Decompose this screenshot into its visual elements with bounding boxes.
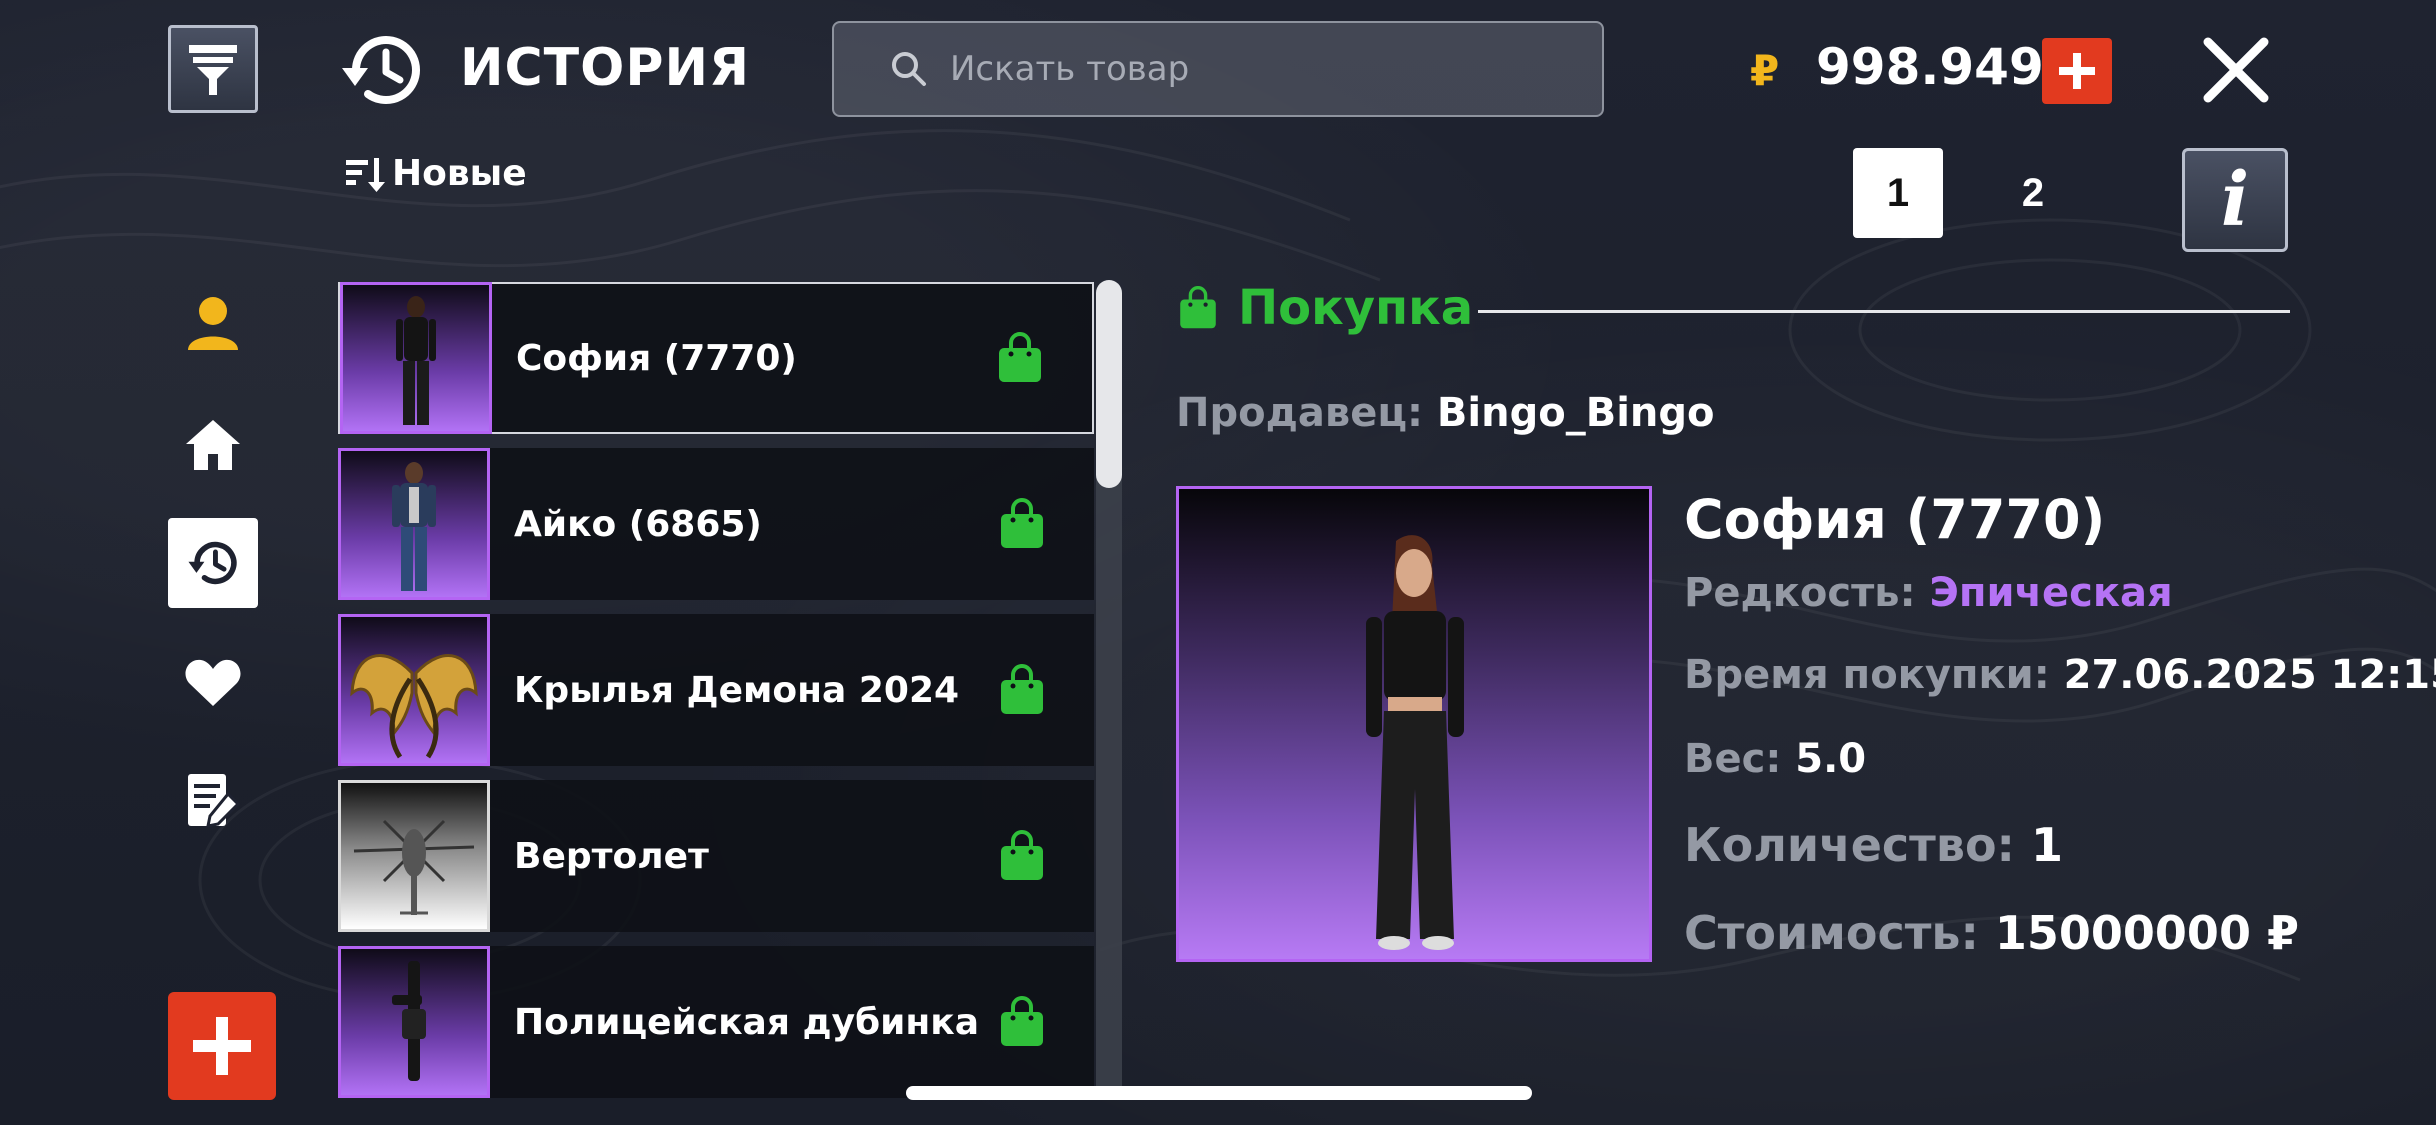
plus-icon — [193, 1017, 251, 1075]
item-thumbnail — [340, 282, 492, 434]
sort-descending-icon — [346, 157, 385, 192]
sort-dropdown[interactable]: Новые — [344, 153, 527, 194]
sidebar-item-favorites[interactable] — [168, 638, 258, 728]
quantity-label: Количество: — [1684, 818, 2015, 872]
close-icon[interactable] — [2196, 30, 2276, 110]
item-name: София (7770) — [516, 337, 797, 379]
item-name: Вертолет — [514, 835, 709, 877]
sidebar-item-profile[interactable] — [168, 278, 258, 368]
purchase-section-header: Покупка — [1176, 280, 1473, 336]
cost-value: 15000000 ₽ — [1994, 906, 2299, 960]
add-button[interactable] — [168, 992, 276, 1100]
item-name: Полицейская дубинка — [514, 1001, 979, 1043]
history-list[interactable]: София (7770) Айко (6865) Крылья Демона 2… — [338, 280, 1094, 1100]
item-name: Айко (6865) — [514, 503, 762, 545]
rarity-label: Редкость: — [1684, 570, 1916, 616]
rarity-value: Эпическая — [1929, 570, 2173, 616]
quantity-row: Количество: 1 — [1684, 818, 2063, 872]
history-icon — [188, 541, 237, 585]
scrollbar-thumb[interactable] — [1096, 280, 1122, 488]
page-2-button[interactable]: 2 — [1988, 148, 2078, 238]
baton-icon — [392, 961, 426, 1081]
seller-row: Продавец: Bingo_Bingo — [1176, 390, 1715, 436]
rarity-row: Редкость: Эпическая — [1684, 570, 2173, 616]
sort-label: Новые — [392, 153, 527, 194]
item-thumbnail — [338, 946, 490, 1098]
purchase-time-label: Время покупки: — [1684, 652, 2050, 698]
sidebar-item-history[interactable] — [168, 518, 258, 608]
search-bar[interactable] — [832, 21, 1604, 117]
weight-value: 5.0 — [1795, 736, 1867, 782]
item-preview-image — [1176, 486, 1652, 962]
sidebar-item-home[interactable] — [168, 400, 258, 490]
purchase-time-value: 27.06.2025 12:15 — [2063, 652, 2436, 698]
sidebar-item-notes[interactable] — [168, 756, 258, 846]
page-title: ИСТОРИЯ — [460, 38, 751, 98]
shopping-bag-icon — [1180, 286, 1216, 329]
info-icon: i — [2220, 157, 2250, 243]
item-name: Крылья Демона 2024 — [514, 669, 960, 711]
info-button[interactable]: i — [2182, 148, 2288, 252]
filter-button[interactable] — [168, 25, 258, 113]
notes-icon — [188, 774, 241, 828]
item-title: София (7770) — [1684, 488, 2106, 551]
list-item[interactable]: София (7770) — [338, 282, 1094, 434]
profile-icon — [188, 297, 238, 350]
add-money-button[interactable] — [2042, 38, 2112, 104]
weight-label: Вес: — [1684, 736, 1782, 782]
character-figure-icon — [392, 462, 436, 591]
plus-icon — [2059, 53, 2095, 89]
balance-value: 998.949 — [1816, 38, 2044, 96]
shopping-bag-icon — [1001, 664, 1043, 714]
home-icon — [186, 420, 240, 470]
demon-wings-icon — [350, 654, 478, 759]
heart-icon — [185, 659, 241, 706]
funnel-icon — [189, 45, 237, 95]
quantity-value: 1 — [2030, 818, 2063, 872]
shopping-bag-icon — [999, 332, 1041, 382]
seller-value: Bingo_Bingo — [1436, 390, 1715, 436]
list-item[interactable]: Полицейская дубинка — [338, 946, 1094, 1098]
weight-row: Вес: 5.0 — [1684, 736, 1866, 782]
cost-row: Стоимость: 15000000 ₽ — [1684, 906, 2299, 960]
item-thumbnail — [338, 780, 490, 932]
cost-label: Стоимость: — [1684, 906, 1979, 960]
history-clock-icon — [342, 36, 420, 104]
search-icon — [892, 52, 926, 86]
page-1-button[interactable]: 1 — [1853, 148, 1943, 238]
character-figure-icon — [396, 296, 436, 425]
currency-icon: ₽ — [1750, 47, 1780, 94]
shopping-bag-icon — [1001, 996, 1043, 1046]
list-item[interactable]: Вертолет — [338, 780, 1094, 932]
shopping-bag-icon — [1001, 498, 1043, 548]
item-thumbnail — [338, 448, 490, 600]
list-item[interactable]: Крылья Демона 2024 — [338, 614, 1094, 766]
purchase-time-row: Время покупки: 27.06.2025 12:15 — [1684, 652, 2436, 698]
item-thumbnail — [338, 614, 490, 766]
purchase-section-title: Покупка — [1238, 280, 1474, 336]
character-figure-icon — [1366, 535, 1464, 950]
list-item[interactable]: Айко (6865) — [338, 448, 1094, 600]
shopping-bag-icon — [1001, 830, 1043, 880]
search-input[interactable] — [950, 49, 1550, 89]
helicopter-icon — [353, 819, 475, 915]
divider — [1478, 310, 2290, 313]
seller-label: Продавец: — [1176, 390, 1423, 436]
home-indicator[interactable] — [906, 1086, 1532, 1100]
